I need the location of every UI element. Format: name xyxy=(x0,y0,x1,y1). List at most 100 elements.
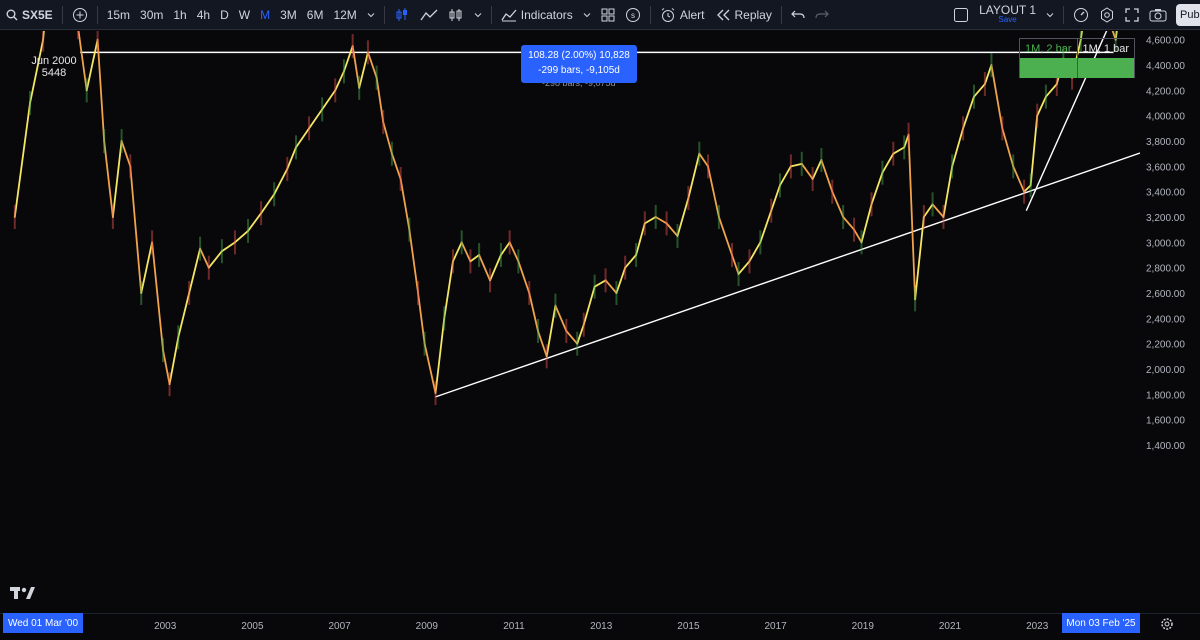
price-axis[interactable]: 1,400.00 1,600.00 1,800.00 2,000.00 2,200.00… xyxy=(1140,10,1200,613)
price-bar-94 xyxy=(942,205,945,230)
price-segment-12 xyxy=(129,165,143,294)
redo-button[interactable] xyxy=(810,0,834,30)
interval-15m[interactable]: 15m xyxy=(102,0,135,30)
time-axis[interactable]: 2003 2005 2007 2009 2011 2013 2015 2017 2019 2021… xyxy=(0,613,1200,640)
price-segment-59 xyxy=(593,279,607,288)
price-segment-53 xyxy=(537,330,548,358)
publish-button[interactable]: Pub xyxy=(1176,4,1200,26)
settings-button[interactable] xyxy=(1094,0,1120,30)
alert-button[interactable]: Alert xyxy=(655,0,710,30)
time-tick-2009: 2009 xyxy=(416,621,439,632)
price-segment-52 xyxy=(528,292,539,332)
indicators-label: Indicators xyxy=(520,7,573,22)
divider xyxy=(96,5,98,24)
price-segment-26 xyxy=(286,146,297,170)
price-segment-63 xyxy=(635,222,646,256)
price-bar-87 xyxy=(881,160,884,185)
price-bar-19 xyxy=(199,236,202,261)
chart-style-dropdown[interactable] xyxy=(469,0,487,30)
crosshair-date-right: Mon 03 Feb '25 xyxy=(1062,613,1140,633)
price-bar-71 xyxy=(717,205,720,230)
price-bar-11 xyxy=(120,129,123,154)
axis-settings-button[interactable] xyxy=(1160,617,1174,636)
price-segment-42 xyxy=(434,317,446,394)
fullscreen-button[interactable] xyxy=(1120,0,1144,30)
alarm-clock-icon xyxy=(661,7,675,22)
interval-m[interactable]: M xyxy=(255,0,275,30)
price-bar-25 xyxy=(273,182,276,207)
symbol-label: SX5E xyxy=(22,7,53,22)
time-tick-2023: 2023 xyxy=(1026,621,1049,632)
indicators-button[interactable]: Indicators xyxy=(496,0,578,30)
interval-d[interactable]: D xyxy=(215,0,234,30)
chart-pane[interactable]: 5399, Sep 2000 xyxy=(0,0,1141,613)
interval-w[interactable]: W xyxy=(234,0,255,30)
time-tick-2019: 2019 xyxy=(852,621,875,632)
price-segment-85 xyxy=(860,203,873,244)
price-segment-64 xyxy=(643,216,657,225)
measure-tooltip: 108.28 (2.00%) 10,828 -299 bars, -9,105d xyxy=(521,45,637,83)
price-tick-2000: 2,000.00 xyxy=(1146,365,1185,376)
price-bar-12 xyxy=(129,154,132,179)
price-bar-15 xyxy=(162,338,165,363)
price-bar-67 xyxy=(676,224,679,249)
peak-annotation: Jun 2000 5448 xyxy=(20,55,88,79)
add-symbol-button[interactable] xyxy=(67,0,93,30)
line-chart-button[interactable] xyxy=(415,0,443,30)
interval-30m[interactable]: 30m xyxy=(135,0,168,30)
divider xyxy=(649,5,651,24)
price-segment-34 xyxy=(367,51,378,79)
price-bar-2 xyxy=(42,27,45,52)
interval-dropdown[interactable] xyxy=(362,0,380,30)
layout-save-link[interactable]: Save xyxy=(998,15,1016,25)
price-segment-18 xyxy=(188,247,201,294)
indicators-dropdown[interactable] xyxy=(578,0,596,30)
alert-label: Alert xyxy=(679,7,705,22)
price-bar-75 xyxy=(759,230,762,255)
price-segment-84 xyxy=(853,228,863,244)
price-segment-101 xyxy=(1012,165,1026,193)
strategy-button[interactable]: s xyxy=(620,0,646,30)
price-bar-57 xyxy=(576,331,579,356)
symbol-search[interactable]: SX5E xyxy=(0,0,58,30)
price-segment-60 xyxy=(604,279,618,294)
price-bar-6 xyxy=(77,15,79,40)
interval-4h[interactable]: 4h xyxy=(192,0,215,30)
quick-search-button[interactable] xyxy=(1068,0,1094,30)
layout-dropdown[interactable] xyxy=(1041,0,1059,30)
snapshot-button[interactable] xyxy=(1144,0,1172,30)
price-segment-92 xyxy=(922,203,934,218)
price-segment-31 xyxy=(343,45,354,73)
candlestick-button[interactable] xyxy=(443,0,469,30)
price-bar-50 xyxy=(508,230,511,255)
price-bar-78 xyxy=(789,154,792,179)
price-bar-70 xyxy=(707,154,710,179)
price-tick-3400: 3,400.00 xyxy=(1146,188,1185,199)
measure-bars: -299 bars, -9,105d xyxy=(538,65,620,76)
price-bar-44 xyxy=(451,249,454,274)
camera-icon xyxy=(1149,8,1167,21)
price-segment-9 xyxy=(103,140,114,218)
price-segment-27 xyxy=(295,127,310,149)
price-segment-76 xyxy=(770,184,781,212)
price-bar-10 xyxy=(111,205,114,230)
price-bar-52 xyxy=(528,281,531,306)
interval-12m[interactable]: 12M xyxy=(328,0,361,30)
interval-1h[interactable]: 1h xyxy=(168,0,191,30)
price-segment-50 xyxy=(508,241,520,263)
replay-button[interactable]: Replay xyxy=(710,0,777,30)
price-chart[interactable]: 5399, Sep 2000 xyxy=(0,0,1141,613)
undo-button[interactable] xyxy=(786,0,810,30)
chart-type-button[interactable] xyxy=(389,0,415,30)
interval-6m[interactable]: 6M xyxy=(302,0,329,30)
price-tick-3600: 3,600.00 xyxy=(1146,162,1185,173)
layout-toggle-button[interactable] xyxy=(948,0,974,30)
templates-button[interactable] xyxy=(596,0,620,30)
candles-icon xyxy=(396,7,407,21)
layout-selector[interactable]: LAYOUT 1 Save xyxy=(974,0,1041,30)
price-bar-39 xyxy=(408,217,411,242)
interval-3m[interactable]: 3M xyxy=(275,0,302,30)
gear-icon xyxy=(1161,618,1173,630)
price-bar-68 xyxy=(687,186,690,211)
price-bar-35 xyxy=(375,65,378,90)
